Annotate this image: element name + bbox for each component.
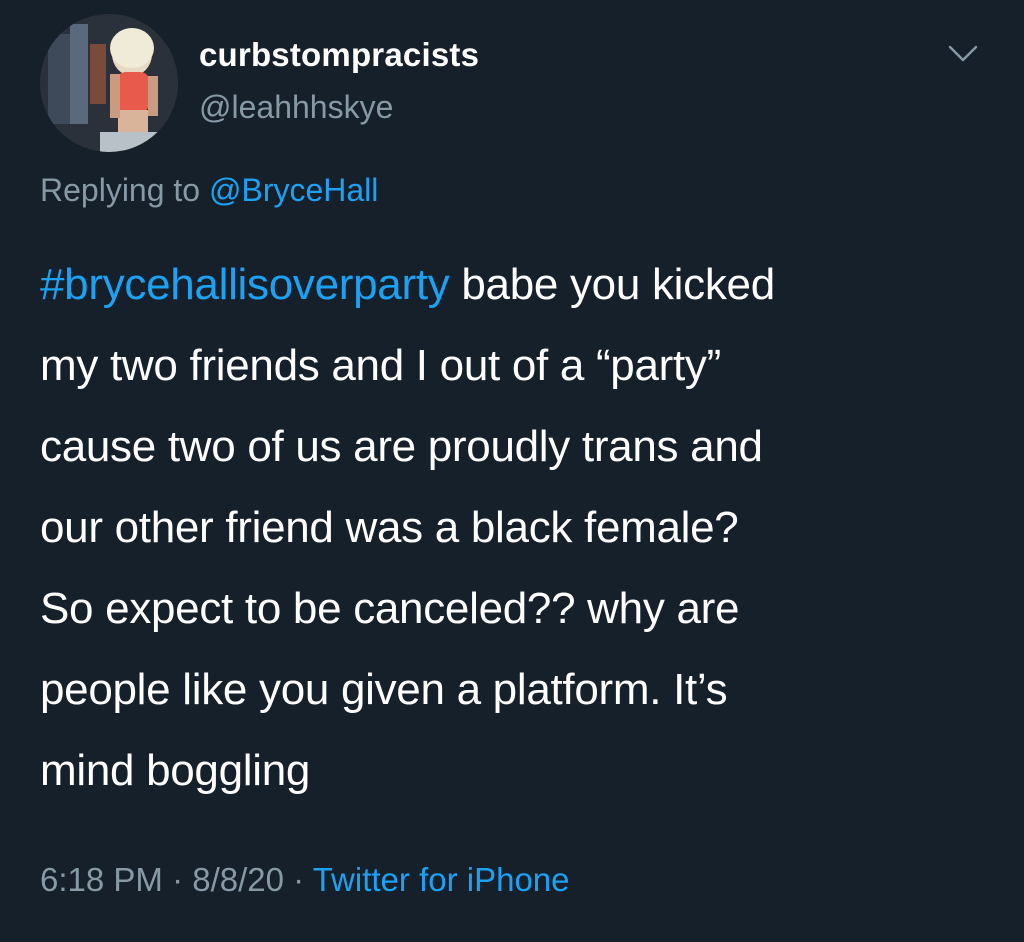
- avatar-photo: [40, 14, 178, 152]
- hashtag-link[interactable]: #brycehallisoverparty: [40, 260, 450, 309]
- display-name[interactable]: curbstompracists: [199, 36, 479, 74]
- user-handle[interactable]: @leahhhskye: [199, 89, 393, 126]
- tweet-text: #brycehallisoverparty babe you kicked my…: [40, 244, 990, 811]
- meta-separator: ·: [162, 861, 193, 898]
- tweet-line: #brycehallisoverparty babe you kicked: [40, 244, 990, 325]
- chevron-down-icon[interactable]: [946, 42, 980, 66]
- replying-prefix: Replying to: [40, 172, 209, 208]
- tweet-line: mind boggling: [40, 746, 311, 795]
- tweet-line-text: babe you kicked: [449, 260, 775, 309]
- tweet-card: curbstompracists @leahhhskye Replying to…: [0, 0, 1024, 942]
- tweet-line: our other friend was a black female?: [40, 503, 739, 552]
- tweet-time[interactable]: 6:18 PM: [40, 861, 163, 898]
- tweet-line: people like you given a platform. It’s: [40, 665, 728, 714]
- tweet-line: So expect to be canceled?? why are: [40, 584, 740, 633]
- tweet-date[interactable]: 8/8/20: [192, 861, 284, 898]
- reply-mention-link[interactable]: @BryceHall: [209, 172, 378, 208]
- avatar[interactable]: [40, 14, 178, 152]
- tweet-source-link[interactable]: Twitter for iPhone: [313, 861, 570, 898]
- tweet-meta: 6:18 PM · 8/8/20 · Twitter for iPhone: [40, 861, 570, 899]
- tweet-line: cause two of us are proudly trans and: [40, 422, 763, 471]
- meta-separator: ·: [283, 861, 313, 898]
- replying-to: Replying to @BryceHall: [40, 172, 378, 209]
- tweet-line: my two friends and I out of a “party”: [40, 341, 721, 390]
